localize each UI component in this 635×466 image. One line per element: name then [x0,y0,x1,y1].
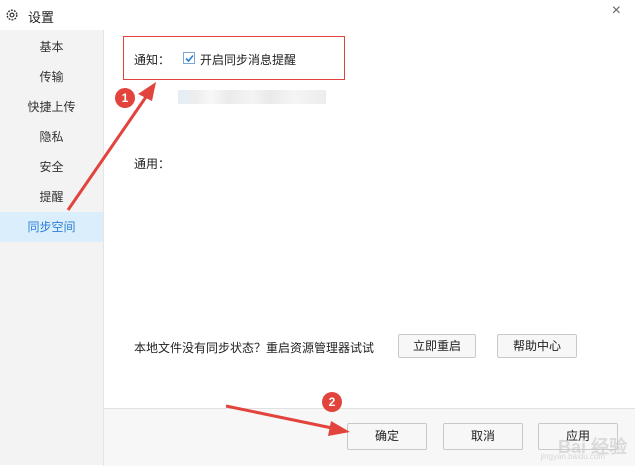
step-badge-2: 2 [322,392,342,412]
step-badge-1: 1 [115,88,135,108]
arrow-2-line [225,404,333,430]
arrow-1-line [66,93,150,211]
arrow-2-head [328,421,350,436]
arrow-1-head [138,82,156,101]
annotation-arrows [66,82,350,436]
watermark-url: jingyan.baidu.com [540,452,605,461]
